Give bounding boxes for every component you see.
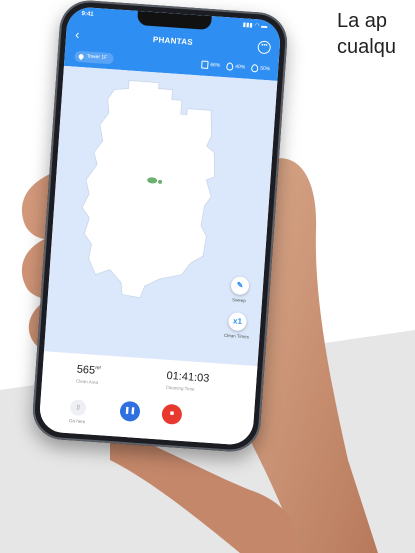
stat-dust: 50% xyxy=(250,63,271,73)
phone-screen: 9:41 ▮▮▮ ◠ ▬ ‹ PHANTAS ••• Tower 1F 66% … xyxy=(38,6,282,446)
stat-battery-value: 66% xyxy=(210,62,221,69)
status-time: 9:41 xyxy=(81,11,94,18)
cleaning-panel: 565m² Clean Area 01:41:03 Cleaning Time … xyxy=(38,351,258,446)
device-stats: 66% 40% 50% xyxy=(201,60,270,73)
stop-button[interactable]: ■ xyxy=(161,403,183,425)
stat-water-value: 40% xyxy=(235,63,246,71)
cleaning-time-value: 01:41:03 xyxy=(166,369,210,385)
stop-icon: ■ xyxy=(169,410,175,418)
stat-water: 40% xyxy=(225,62,246,71)
page-title: PHANTAS xyxy=(152,35,194,47)
stat-dust-value: 50% xyxy=(259,65,271,73)
cleaning-time-label: Cleaning Time xyxy=(165,384,195,392)
status-icons: ▮▮▮ ◠ ▬ xyxy=(242,22,268,30)
location-pin-icon xyxy=(77,53,85,61)
battery-icon xyxy=(201,60,209,69)
clean-area-label: Clean Area xyxy=(75,378,99,386)
phone-device: 9:41 ▮▮▮ ◠ ▬ ‹ PHANTAS ••• Tower 1F 66% … xyxy=(30,0,290,454)
go-here-button[interactable]: ▯ xyxy=(69,399,87,417)
cleaning-map[interactable]: ✎ Sweep x1 Clean Times xyxy=(43,65,278,367)
clean-area-value: 565m² xyxy=(76,363,102,377)
go-here-icon: ▯ xyxy=(76,404,80,411)
water-drop-icon xyxy=(225,62,234,71)
go-here-label: Go here xyxy=(68,418,86,425)
dust-drop-icon xyxy=(250,63,259,73)
floor-selector[interactable]: Tower 1F xyxy=(74,50,114,65)
floor-label: Tower 1F xyxy=(86,53,108,61)
phone-notch xyxy=(136,10,212,31)
times-icon: x1 xyxy=(232,316,243,326)
pause-icon: ❚❚ xyxy=(123,406,137,415)
broom-icon: ✎ xyxy=(236,280,244,290)
pause-button[interactable]: ❚❚ xyxy=(119,400,141,423)
stat-battery: 66% xyxy=(201,60,221,69)
